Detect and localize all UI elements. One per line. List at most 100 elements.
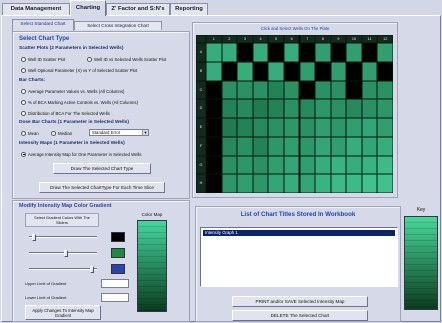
radio-indicator[interactable] bbox=[51, 130, 56, 136]
bar-option-average-values[interactable]: Average Parameter Values vs. Wells (All … bbox=[21, 88, 124, 94]
plate-row-header[interactable]: G bbox=[196, 155, 206, 175]
radio-indicator[interactable] bbox=[87, 56, 92, 62]
plate-row-header[interactable]: D bbox=[196, 99, 206, 118]
plate-well[interactable] bbox=[206, 155, 222, 175]
color-swatch-high[interactable] bbox=[111, 264, 125, 274]
plate-well[interactable] bbox=[237, 80, 253, 100]
plate-well[interactable] bbox=[330, 80, 347, 100]
plate-well[interactable] bbox=[330, 43, 347, 62]
plate-grid[interactable]: 1 2 3 4 5 6 7 8 9 10 11 12 A B C D E F G H bbox=[196, 35, 393, 193]
plate-well[interactable] bbox=[237, 61, 253, 81]
plate-well[interactable] bbox=[377, 80, 393, 100]
tab-reporting[interactable]: Reporting bbox=[170, 3, 208, 15]
plate-well[interactable] bbox=[221, 174, 238, 193]
plate-well[interactable] bbox=[283, 174, 300, 193]
plate-well[interactable] bbox=[299, 61, 316, 81]
plate-column-header[interactable]: 4 bbox=[252, 35, 269, 43]
print-save-button[interactable]: PRINT and/or SAVE Selected Intensity Map bbox=[232, 296, 368, 307]
gradient-slider-low[interactable] bbox=[29, 234, 97, 241]
plate-well[interactable] bbox=[299, 80, 316, 100]
plate-well[interactable] bbox=[330, 99, 347, 118]
plate-well[interactable] bbox=[252, 174, 269, 193]
plate-well[interactable] bbox=[377, 99, 393, 118]
plate-well[interactable] bbox=[330, 155, 347, 175]
plate-well[interactable] bbox=[315, 61, 331, 81]
plate-well[interactable] bbox=[315, 118, 331, 137]
plate-well[interactable] bbox=[361, 80, 378, 100]
plate-well[interactable] bbox=[361, 99, 378, 118]
plate-column-header[interactable]: 2 bbox=[221, 35, 238, 43]
plate-well[interactable] bbox=[377, 136, 393, 156]
plate-well[interactable] bbox=[299, 136, 316, 156]
apply-gradient-button[interactable]: Apply Changes To Intensity Map Gradient bbox=[25, 305, 101, 320]
plate-well[interactable] bbox=[315, 136, 331, 156]
plate-well[interactable] bbox=[346, 118, 362, 137]
plate-well[interactable] bbox=[237, 118, 253, 137]
gradient-slider-mid[interactable] bbox=[29, 250, 97, 257]
intensity-option-average[interactable]: Average Intensity Map for One Parameter … bbox=[21, 151, 142, 157]
plate-well[interactable] bbox=[206, 118, 222, 137]
plate-well[interactable] bbox=[330, 118, 347, 137]
plate-well[interactable] bbox=[268, 136, 284, 156]
plate-well[interactable] bbox=[315, 155, 331, 175]
plate-well[interactable] bbox=[252, 61, 269, 81]
plate-well[interactable] bbox=[377, 61, 393, 81]
plate-well[interactable] bbox=[237, 155, 253, 175]
plate-well[interactable] bbox=[221, 136, 238, 156]
plate-well[interactable] bbox=[361, 118, 378, 137]
color-swatch-low[interactable] bbox=[111, 232, 125, 242]
plate-column-header[interactable]: 6 bbox=[283, 35, 300, 43]
plate-well[interactable] bbox=[377, 118, 393, 137]
plate-well[interactable] bbox=[283, 61, 300, 81]
plate-well[interactable] bbox=[346, 136, 362, 156]
plate-column-header[interactable]: 9 bbox=[330, 35, 347, 43]
delete-chart-button[interactable]: DELETE The Selected Chart bbox=[232, 310, 368, 321]
plate-well[interactable] bbox=[299, 118, 316, 137]
radio-indicator[interactable] bbox=[21, 88, 26, 94]
plate-well[interactable] bbox=[206, 61, 222, 81]
plate-well[interactable] bbox=[206, 43, 222, 62]
subtab-standard-chart[interactable]: Select Standard Chart bbox=[12, 19, 74, 31]
plate-well[interactable] bbox=[221, 61, 238, 81]
tab-data-management[interactable]: Data Management bbox=[2, 3, 70, 15]
plate-well[interactable] bbox=[237, 99, 253, 118]
plate-well[interactable] bbox=[315, 43, 331, 62]
plate-well[interactable] bbox=[346, 61, 362, 81]
bar-option-active-controls[interactable]: % of BCA Marking Active Controls vs. Wel… bbox=[21, 99, 138, 105]
plate-well[interactable] bbox=[315, 174, 331, 193]
plate-well[interactable] bbox=[377, 155, 393, 175]
plate-well[interactable] bbox=[299, 155, 316, 175]
plate-well[interactable] bbox=[361, 174, 378, 193]
plate-well[interactable] bbox=[377, 43, 393, 62]
subtab-cross-integration-chart[interactable]: Select Cross Integration Chart bbox=[74, 21, 162, 30]
plate-well[interactable] bbox=[346, 43, 362, 62]
error-type-select[interactable]: Standard Error ▼ bbox=[89, 129, 149, 136]
plate-well[interactable] bbox=[346, 155, 362, 175]
plate-well[interactable] bbox=[299, 99, 316, 118]
plate-well[interactable] bbox=[268, 80, 284, 100]
plate-column-header[interactable]: 1 bbox=[206, 35, 222, 43]
plate-well[interactable] bbox=[283, 136, 300, 156]
plate-well[interactable] bbox=[206, 80, 222, 100]
plate-well[interactable] bbox=[268, 118, 284, 137]
slider-thumb[interactable] bbox=[64, 250, 69, 257]
plate-well[interactable] bbox=[361, 155, 378, 175]
dose-option-mean[interactable]: Mean bbox=[21, 130, 39, 136]
plate-well[interactable] bbox=[346, 80, 362, 100]
plate-well[interactable] bbox=[237, 174, 253, 193]
plate-well[interactable] bbox=[221, 155, 238, 175]
chevron-down-icon[interactable]: ▼ bbox=[142, 130, 148, 135]
plate-column-header[interactable]: 11 bbox=[361, 35, 378, 43]
plate-well[interactable] bbox=[252, 136, 269, 156]
plate-well[interactable] bbox=[283, 43, 300, 62]
plate-column-header[interactable]: 7 bbox=[299, 35, 316, 43]
tab-z-factor[interactable]: Z' Factor and S:N's bbox=[106, 3, 170, 15]
plate-well[interactable] bbox=[206, 99, 222, 118]
color-swatch-mid[interactable] bbox=[111, 248, 125, 258]
radio-indicator[interactable] bbox=[21, 110, 26, 116]
plate-well[interactable] bbox=[377, 174, 393, 193]
plate-well[interactable] bbox=[268, 99, 284, 118]
plate-well[interactable] bbox=[268, 43, 284, 62]
plate-well[interactable] bbox=[268, 155, 284, 175]
draw-chart-button[interactable]: Draw The Selected Chart Type bbox=[53, 163, 151, 174]
